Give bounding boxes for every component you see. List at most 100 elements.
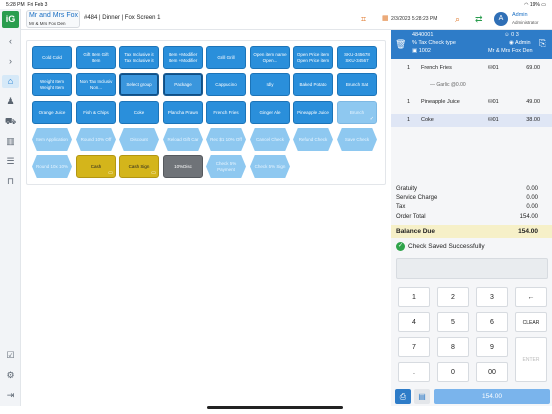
menu-tile-cold-cold[interactable]: Cold Cold [32,46,72,69]
menu-tile-baked-potato[interactable]: Baked Potato [293,73,333,96]
menu-tile-item-modifier-item-modifier[interactable]: Item +Modifier Item +Modifier [163,46,203,69]
keypad-clear[interactable]: CLEAR [515,312,547,332]
menu-tile-sku-345678-sku-34567[interactable]: SKU-345678 SKU-34567 [337,46,377,69]
scan-icon[interactable]: ⌗ [361,14,366,24]
menu-tile-brunch[interactable]: Brunch ✓ [337,101,377,124]
menu-tile-rec-1-10-off[interactable]: Rec $1 10% Off [206,128,246,151]
settings-icon[interactable]: ⚙ [4,369,17,382]
keypad-decimal[interactable]: . [398,362,430,382]
check-id: ▣ 1002 [412,48,431,54]
keypad-00[interactable]: 00 [476,362,508,382]
payment-bar: ⎙ ▤ 154.00 [391,388,552,406]
menu-tile-pineapple-juice[interactable]: Pineapple Juice [293,101,333,124]
save-icon[interactable]: ▤ [414,389,430,404]
avatar[interactable]: A [494,12,508,26]
check-type: % Tax Check type [412,40,456,46]
receipt-icon[interactable]: ⎘ [539,38,546,49]
menu-tile-discount[interactable]: Discount [119,128,159,151]
totals-service-charge: Service Charge 0.00 [396,195,538,201]
header-datetime: 2/3/2023 5:28:23 PM [391,16,438,22]
item-modifier: — Garlic @0.00 [430,82,466,88]
check-number: 4840001 [412,32,434,38]
customer-subtitle: Mr & Mrs Fox Den [29,21,66,26]
customer-card[interactable]: Mr and Mrs Fox Mr & Mrs Fox Den [26,10,80,28]
trash-icon[interactable]: 🗑 [395,39,406,50]
menu-tile-cancel-check[interactable]: Cancel Check [250,128,290,151]
menu-tile-package[interactable]: Package [163,73,203,96]
menu-tile-weight-item-weight-item[interactable]: Weight Item Weight Item [32,73,72,96]
totals-gratuity: Gratuity 0.00 [396,186,538,192]
menu-tile-french-fries[interactable]: French Fries [206,101,246,124]
menu-tile-select-group[interactable]: Select group [119,73,159,96]
menu-tile-round-10-off[interactable]: Round 10% Off [76,128,116,151]
keypad-7[interactable]: 7 [398,337,430,357]
sync-icon[interactable]: ⇄ [475,14,483,24]
keypad-enter[interactable]: ENTER [515,337,547,382]
menu-tile-item-application[interactable]: Item Application [32,128,72,151]
menu-tile-open-price-item-open-price-item[interactable]: Open Price item Open Price item [293,46,333,69]
search-icon[interactable]: ⌕ [455,14,460,24]
keypad-8[interactable]: 8 [437,337,469,357]
user-name: Admin [512,12,528,18]
menu-tile-10-disc[interactable]: 10%Disc [163,155,203,178]
menu-tile-fish-chips[interactable]: Fish & Chips [76,101,116,124]
menu-tile-tax-inclusive-it-tax-inclusive-it[interactable]: Tax Inclusive it Tax Inclusive it [119,46,159,69]
menu-tile-refund-check[interactable]: Refund Check [293,128,333,151]
menu-tile-save-check[interactable]: Save Check [337,128,377,151]
list-icon[interactable]: ☰ [4,155,17,168]
top-header: Mr and Mrs Fox Mr & Mrs Fox Den #484 | D… [21,9,552,30]
keypad-9[interactable]: 9 [476,337,508,357]
menu-tile-plancha-prawn[interactable]: Plancha Prawn [163,101,203,124]
cash-icon: ▭ [108,169,113,176]
check-counts: ☺ 0 3 [504,32,519,38]
keypad-1[interactable]: 1 [398,287,430,307]
menu-tile-reload-gift-car[interactable]: Reload Gift Car [163,128,203,151]
check-header: 🗑 4840001 % Tax Check type ▣ 1002 ☺ 0 3 … [391,30,552,59]
forward-icon[interactable]: › [4,55,17,68]
back-icon[interactable]: ‹ [4,35,17,48]
list-item[interactable]: 1 Pineapple Juice ⛁01 49.00 [391,97,552,108]
keypad-3[interactable]: 3 [476,287,508,307]
status-battery: ◠ 19% ▭ [524,2,546,8]
menu-tile-cash-sign[interactable]: Cash Sign ▭ [119,155,159,178]
keypad-backspace[interactable]: ← [515,287,547,307]
app-logo: iG [2,11,19,28]
menu-tile-non-tax-inclusiv-non[interactable]: Non Tax Inclusiv Non... [76,73,116,96]
keypad-4[interactable]: 4 [398,312,430,332]
menu-tile-brunch-sat[interactable]: Brunch Sat [337,73,377,96]
table-icon[interactable]: ⊓ [4,175,17,188]
menu-tile-idly[interactable]: Idly [250,73,290,96]
totals-tax: Tax 0.00 [396,204,538,210]
list-item[interactable]: 1 French Fries ⛁01 69.00 [391,63,552,74]
customer-name: Mr and Mrs Fox [29,12,79,19]
pay-total-button[interactable]: 154.00 [434,389,550,404]
keypad-2[interactable]: 2 [437,287,469,307]
menu-tile-grill-grill[interactable]: Grill Grill [206,46,246,69]
menu-tile-check-5-payment[interactable]: Check 5% Payment [206,155,246,178]
menu-tile-check-5-sign[interactable]: Check 5% Sign [250,155,290,178]
calendar-icon: ▦ [382,15,389,22]
tasks-icon[interactable]: ☑ [4,349,17,362]
amount-entry[interactable] [396,258,548,279]
menu-tile-round-10x-10[interactable]: Round 10x 10% [32,155,72,178]
keypad-0[interactable]: 0 [437,362,469,382]
menu-tile-cash[interactable]: Cash ▭ [76,155,116,178]
logout-icon[interactable]: ⇥ [4,389,17,402]
wifi-icon: ◠ [524,2,529,8]
user-icon[interactable]: ♟ [4,95,17,108]
keypad-5[interactable]: 5 [437,312,469,332]
menu-tile-gift-item-gift-item[interactable]: Gift Item Gift Item [76,46,116,69]
check-admin: ◉ Admin [509,40,531,46]
totals-order-total: Order Total 154.00 [396,214,538,220]
reports-icon[interactable]: ▥ [4,135,17,148]
menu-tile-coke[interactable]: Coke [119,101,159,124]
keypad-6[interactable]: 6 [476,312,508,332]
payment-icon[interactable]: ⎙ [395,389,411,404]
menu-tile-open-item-name-open[interactable]: Open item name Open... [250,46,290,69]
menu-tile-cappucino[interactable]: Cappucino [206,73,246,96]
menu-tile-orange-juice[interactable]: Orange Juice [32,101,72,124]
menu-tile-ginger-ale[interactable]: Ginger Ale [250,101,290,124]
home-icon[interactable]: ⌂ [2,75,19,88]
cart-icon[interactable]: ⛟ [4,115,17,128]
list-item[interactable]: 1 Coke ⛁01 38.00 [391,114,552,127]
